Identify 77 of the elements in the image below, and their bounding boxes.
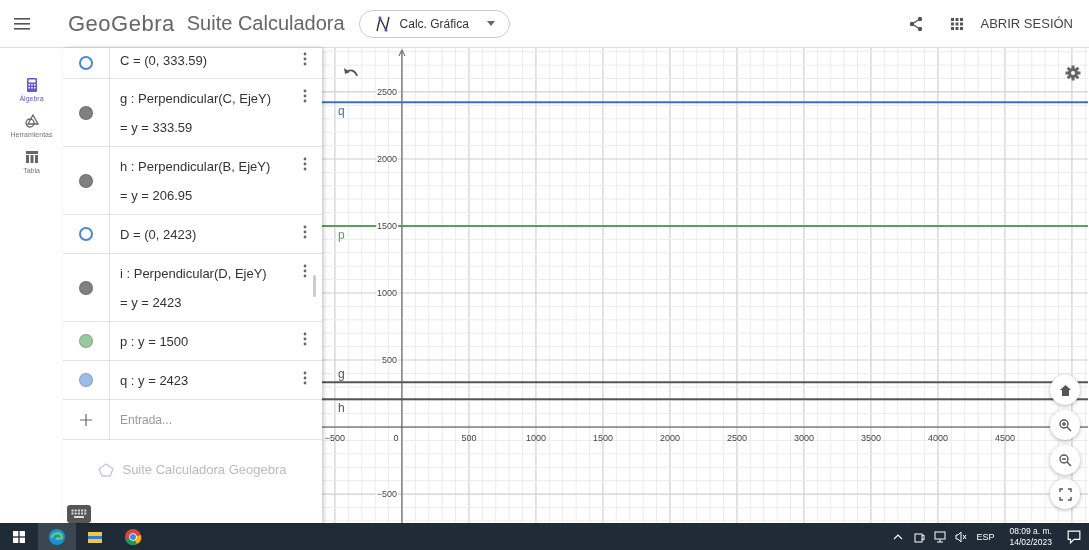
algebra-definition[interactable]: h : Perpendicular(B, EjeY) — [120, 158, 288, 174]
browser-icon — [48, 527, 66, 546]
shapes-icon — [24, 114, 39, 128]
algebra-definition[interactable]: i : Perpendicular(D, EjeY) — [120, 265, 288, 281]
more-icon[interactable] — [303, 89, 307, 103]
app-switcher[interactable]: Calc. Gráfica — [358, 9, 510, 38]
share-icon[interactable] — [908, 15, 923, 32]
x-tick-label: 1500 — [592, 433, 613, 444]
caret-icon — [486, 21, 495, 26]
y-tick-label: −500 — [376, 489, 397, 500]
keyboard-button[interactable] — [67, 505, 91, 523]
home-button[interactable] — [1050, 375, 1080, 405]
camera-icon[interactable] — [913, 530, 926, 543]
clock-date[interactable]: 14/02/2023 — [1009, 536, 1052, 548]
menu-icon[interactable] — [14, 16, 30, 31]
x-tick-label: 2000 — [659, 433, 680, 444]
network-icon[interactable] — [934, 530, 947, 543]
fullscreen-button[interactable] — [1050, 479, 1080, 509]
algebra-definition[interactable]: p : y = 1500 — [120, 333, 288, 349]
algebra-definition[interactable]: q : y = 2423 — [120, 372, 288, 388]
algebra-value: = y = 333.59 — [120, 119, 194, 135]
more-icon[interactable] — [303, 332, 307, 346]
add-icon[interactable] — [80, 413, 92, 426]
x-tick-label: 0 — [393, 433, 399, 444]
x-tick-label: 500 — [461, 433, 477, 444]
x-tick-label: 1000 — [525, 433, 546, 444]
zoom-in-button[interactable] — [1050, 410, 1080, 440]
keyboard-icon — [71, 508, 87, 520]
browser-icon — [124, 527, 142, 546]
y-tick-label: 2000 — [376, 154, 397, 164]
line-label: p — [338, 228, 345, 242]
logo: GeoGebra — [68, 10, 175, 37]
apps-grid-icon[interactable] — [950, 17, 963, 30]
footer-text: Suite Calculadora Geogebra — [122, 462, 287, 477]
table-icon — [24, 150, 39, 164]
visibility-toggle[interactable] — [79, 227, 93, 241]
x-tick-label: 3000 — [793, 433, 814, 444]
home-icon — [1058, 383, 1072, 397]
graph-icon — [373, 14, 392, 33]
mute-icon[interactable] — [955, 530, 968, 543]
notification-icon[interactable] — [1067, 529, 1081, 544]
more-icon[interactable] — [303, 52, 307, 66]
sign-in-button[interactable]: ABRIR SESIÓN — [974, 12, 1079, 35]
zoom-out-button[interactable] — [1050, 445, 1080, 475]
algebra-value: = y = 206.95 — [120, 187, 194, 203]
line-label: g — [338, 367, 345, 382]
algebra-definition[interactable]: g : Perpendicular(C, EjeY) — [120, 90, 288, 106]
zoom-in-icon — [1058, 418, 1072, 432]
x-tick-label: 2500 — [726, 433, 747, 444]
x-tick-label: 4500 — [994, 433, 1015, 444]
settings-icon[interactable] — [1065, 65, 1081, 81]
fullscreen-icon — [1058, 487, 1072, 501]
more-icon[interactable] — [303, 225, 307, 239]
app-title: Suite Calculadora — [186, 12, 345, 35]
algebra-definition[interactable]: D = (0, 2423) — [120, 226, 288, 242]
language-indicator[interactable]: ESP — [976, 531, 995, 542]
scrollbar[interactable] — [313, 275, 316, 297]
zoom-out-icon — [1058, 453, 1072, 467]
line-label: h — [338, 401, 345, 416]
calculator-icon — [24, 78, 39, 92]
undo-icon[interactable] — [343, 66, 359, 78]
clock-time[interactable]: 08:09 a. m. — [1009, 525, 1052, 537]
algebra-definition[interactable]: C = (0, 333.59) — [120, 52, 288, 68]
more-icon[interactable] — [303, 371, 307, 385]
line-label: q — [338, 104, 345, 119]
more-icon[interactable] — [303, 157, 307, 171]
logo-icon — [98, 462, 115, 477]
windows-icon — [13, 530, 25, 543]
taskbar-app[interactable] — [38, 523, 76, 550]
y-tick-label: 2500 — [376, 86, 397, 97]
more-icon[interactable] — [303, 264, 307, 278]
x-tick-label: 3500 — [860, 433, 881, 444]
visibility-toggle[interactable] — [79, 56, 93, 70]
algebra-value: = y = 2423 — [120, 294, 183, 310]
x-tick-label: 4000 — [927, 433, 948, 444]
y-tick-label: 1000 — [376, 288, 397, 298]
y-tick-label: 500 — [381, 355, 397, 365]
